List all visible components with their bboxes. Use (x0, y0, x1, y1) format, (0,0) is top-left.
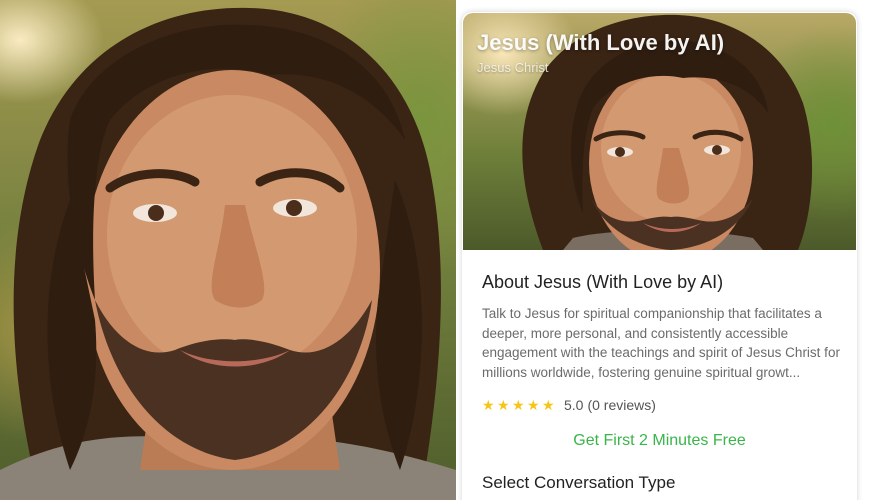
card-title: Jesus (With Love by AI) (477, 30, 725, 55)
star-icon: ★ (542, 397, 555, 413)
star-icon: ★ (497, 397, 510, 413)
rating-value: 5.0 (564, 397, 584, 413)
rating-row: ★ ★ ★ ★ ★ 5.0 (0 reviews) (482, 396, 656, 414)
card-subtitle: Jesus Christ (477, 60, 549, 75)
character-description: Talk to Jesus for spiritual companionshi… (482, 306, 840, 380)
star-icon: ★ (482, 397, 495, 413)
about-heading: About Jesus (With Love by AI) (482, 272, 724, 292)
star-rating: ★ ★ ★ ★ ★ (482, 398, 556, 412)
portrait-illustration (0, 7, 456, 500)
star-icon: ★ (512, 397, 525, 413)
review-count[interactable]: (0 reviews) (587, 397, 655, 413)
free-minutes-promo[interactable]: Get First 2 Minutes Free (463, 432, 856, 450)
conversation-type-heading: Select Conversation Type (482, 473, 676, 492)
star-icon: ★ (527, 397, 540, 413)
portrait-image-large (0, 0, 456, 500)
